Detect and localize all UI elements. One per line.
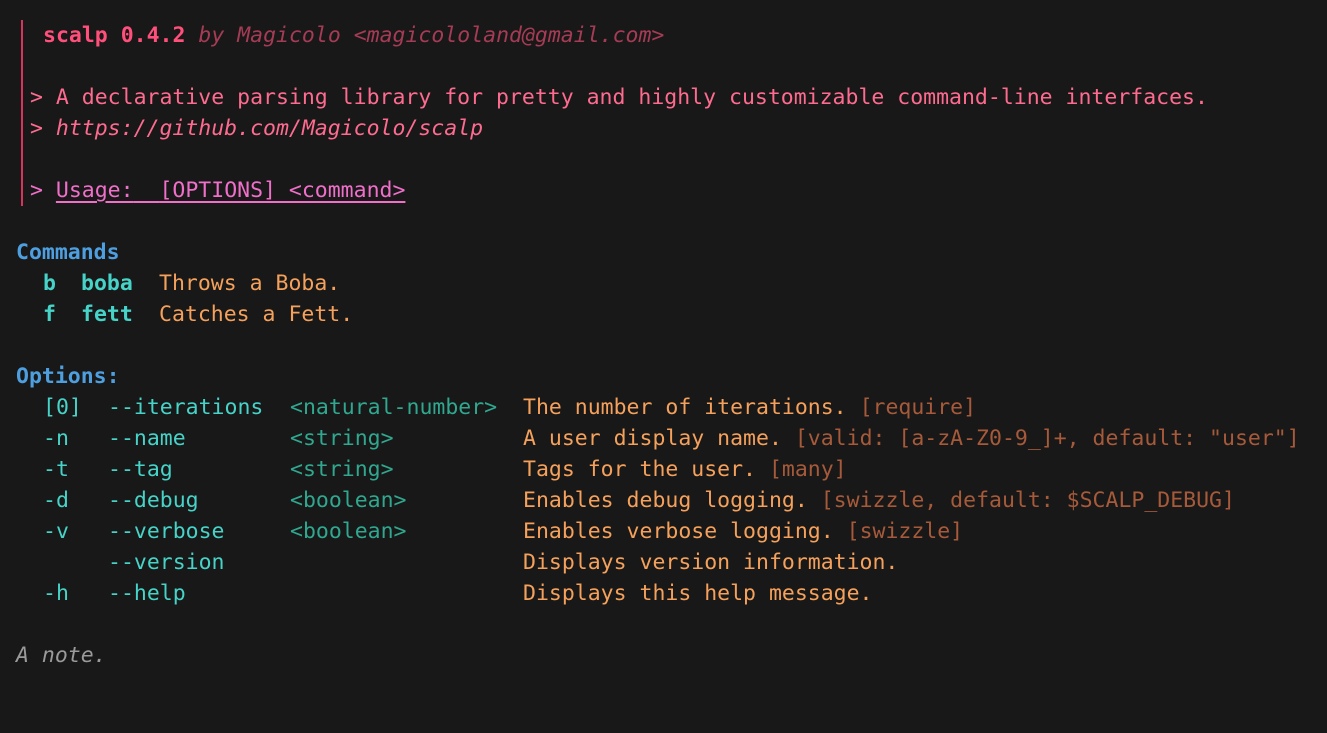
option-type: <natural-number> [290, 395, 498, 420]
option-description-text: Enables debug logging. [523, 488, 808, 513]
command-row: b boba Throws a Boba. [0, 268, 1327, 299]
option-description: Displays version information. [523, 547, 898, 578]
terminal-window: scalp 0.4.2 by Magicolo <magicololand@gm… [0, 0, 1327, 682]
option-type: <boolean> [290, 488, 407, 513]
option-short: -d [43, 488, 69, 513]
option-long: --iterations [108, 395, 264, 420]
option-short: [0] [43, 395, 82, 420]
option-row: [0] --iterations <natural-number> The nu… [0, 392, 1327, 423]
option-description-text: A user display name. [523, 426, 782, 451]
app-byline: by Magicolo <magicololand@gmail.com> [198, 23, 665, 48]
footer-note: A note. [16, 643, 107, 668]
option-description-text: Displays version information. [523, 550, 899, 575]
command-row: f fett Catches a Fett. [0, 299, 1327, 330]
command-description: Throws a Boba. [159, 271, 341, 296]
option-description: Enables verbose logging. [swizzle] [523, 516, 963, 547]
option-description: Tags for the user. [many] [523, 454, 847, 485]
usage-label: Usage: [55, 178, 134, 203]
option-description-text: Tags for the user. [523, 457, 756, 482]
option-type: <boolean> [290, 519, 407, 544]
command-description: Catches a Fett. [159, 302, 354, 327]
option-long: --version [108, 550, 225, 575]
option-short: -t [43, 457, 69, 482]
option-meta: [require] [859, 395, 977, 420]
option-meta: [many] [768, 457, 847, 482]
command-short: b [43, 271, 56, 296]
option-description: Enables debug logging. [swizzle, default… [523, 485, 1235, 516]
option-long: --name [108, 426, 186, 451]
option-description: Displays this help message. [523, 578, 873, 609]
option-description: A user display name. [valid: [a-zA-Z0-9_… [523, 423, 1300, 454]
commands-heading: Commands [16, 240, 120, 265]
option-description-text: Displays this help message. [523, 581, 873, 606]
option-description: The number of iterations. [require] [523, 392, 976, 423]
app-name: scalp [43, 23, 108, 48]
option-long: --help [108, 581, 186, 606]
option-type: <string> [290, 426, 394, 451]
options-heading: Options: [16, 364, 120, 389]
option-row: -v --verbose <boolean> Enables verbose l… [0, 516, 1327, 547]
option-meta: [swizzle] [846, 519, 964, 544]
command-name: boba [81, 271, 133, 296]
option-description-text: The number of iterations. [523, 395, 847, 420]
option-long: --debug [108, 488, 199, 513]
usage-line: > Usage: [OPTIONS] <command> [30, 175, 405, 206]
option-long: --tag [108, 457, 173, 482]
option-meta: [swizzle, default: $SCALP_DEBUG] [820, 488, 1235, 513]
command-name: fett [81, 302, 133, 327]
option-type: <string> [290, 457, 394, 482]
option-row: -d --debug <boolean> Enables debug loggi… [0, 485, 1327, 516]
prompt-marker: > [30, 116, 43, 141]
header-accent-bar [21, 20, 23, 206]
repository-url: https://github.com/Magicolo/scalp [55, 116, 484, 141]
prompt-marker: > [30, 85, 43, 110]
prompt-marker: > [30, 178, 43, 203]
option-meta: [valid: [a-zA-Z0-9_]+, default: "user"] [794, 426, 1300, 451]
option-short: -n [43, 426, 69, 451]
header-line: scalp 0.4.2 by Magicolo <magicololand@gm… [43, 20, 664, 51]
command-short: f [43, 302, 56, 327]
description-summary: A declarative parsing library for pretty… [55, 85, 1208, 110]
option-row: --version Displays version information. [0, 547, 1327, 578]
option-row: -t --tag <string> Tags for the user. [ma… [0, 454, 1327, 485]
url-line: > https://github.com/Magicolo/scalp [30, 113, 483, 144]
option-long: --verbose [108, 519, 225, 544]
usage-args: [OPTIONS] <command> [159, 178, 406, 203]
description-line: > A declarative parsing library for pret… [30, 82, 1208, 113]
app-version: 0.4.2 [120, 23, 186, 48]
option-row: -h --help Displays this help message. [0, 578, 1327, 609]
option-short: -h [43, 581, 69, 606]
option-short: -v [43, 519, 69, 544]
option-description-text: Enables verbose logging. [523, 519, 834, 544]
option-row: -n --name <string> A user display name. … [0, 423, 1327, 454]
